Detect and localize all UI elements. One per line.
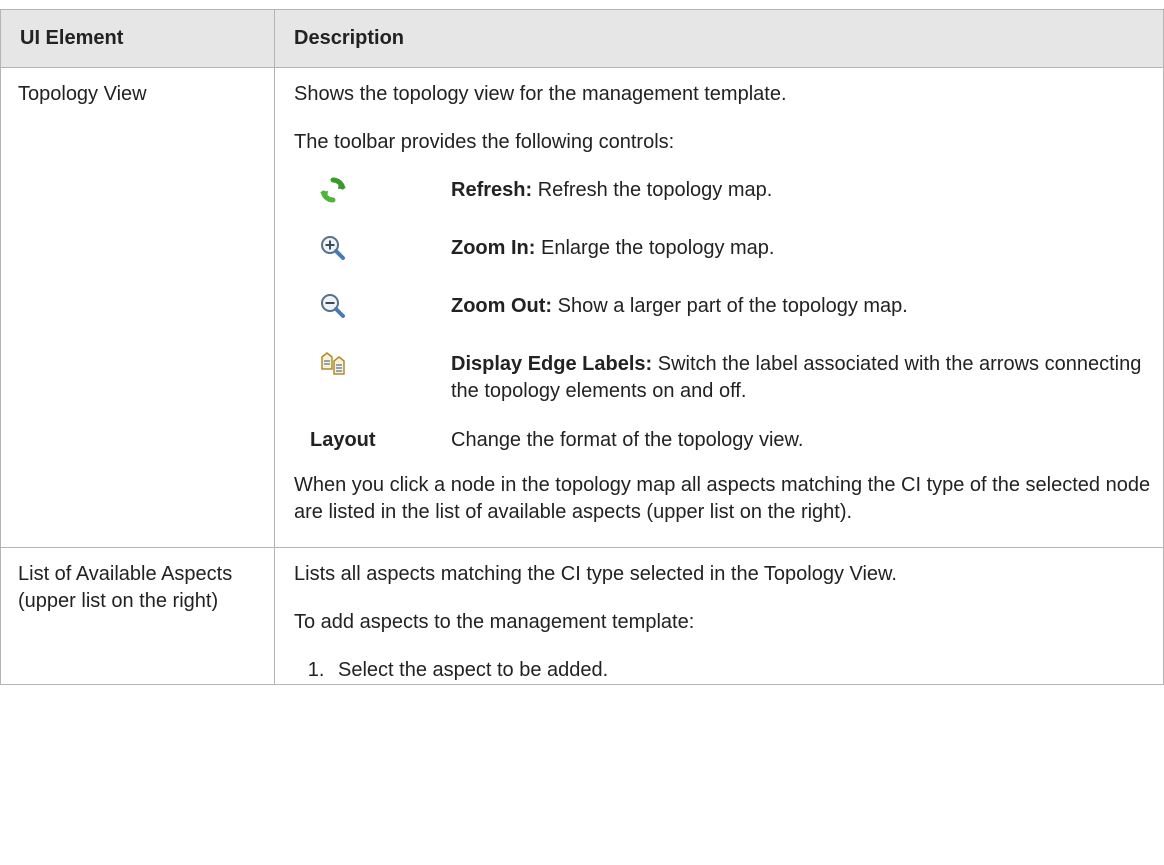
- refresh-icon: [294, 177, 451, 205]
- control-zoom-in: Zoom In: Enlarge the topology map.: [294, 235, 1151, 263]
- control-display-edge-labels: Display Edge Labels: Switch the label as…: [294, 351, 1151, 405]
- toolbar-controls-list: Refresh: Refresh the topology map. Zoom …: [294, 177, 1151, 454]
- description-cell: Lists all aspects matching the CI type s…: [274, 547, 1164, 685]
- layout-desc: Change the format of the topology view.: [451, 429, 804, 451]
- control-refresh: Refresh: Refresh the topology map.: [294, 177, 1151, 205]
- zoom-out-icon: [294, 293, 451, 321]
- layout-label: Layout: [310, 429, 376, 451]
- description-cell: Shows the topology view for the manageme…: [274, 67, 1164, 548]
- control-desc: Enlarge the topology map.: [541, 237, 775, 259]
- control-desc: Show a larger part of the topology map.: [557, 295, 908, 317]
- paragraph: When you click a node in the topology ma…: [294, 474, 1151, 523]
- display-edge-labels-icon: [294, 351, 451, 379]
- table-row: List of Available Aspects (upper list on…: [0, 547, 1164, 685]
- ui-element-cell: List of Available Aspects (upper list on…: [0, 547, 275, 685]
- control-name: Zoom Out:: [451, 295, 553, 317]
- steps-list: Select the aspect to be added.: [294, 657, 1151, 684]
- control-name: Zoom In:: [451, 237, 536, 259]
- table-header-row: UI Element Description: [0, 9, 1164, 68]
- control-name: Refresh:: [451, 179, 533, 201]
- ui-element-cell: Topology View: [0, 67, 275, 548]
- control-name: Display Edge Labels:: [451, 353, 653, 375]
- header-ui-element: UI Element: [0, 9, 275, 68]
- paragraph: To add aspects to the management templat…: [294, 611, 695, 633]
- control-zoom-out: Zoom Out: Show a larger part of the topo…: [294, 293, 1151, 321]
- paragraph: Shows the topology view for the manageme…: [294, 83, 787, 105]
- list-item: Select the aspect to be added.: [330, 657, 1151, 684]
- paragraph: The toolbar provides the following contr…: [294, 131, 675, 153]
- control-desc: Refresh the topology map.: [537, 179, 773, 201]
- zoom-in-icon: [294, 235, 451, 263]
- ui-element-table: UI Element Description Topology View Sho…: [0, 9, 1164, 685]
- header-description: Description: [274, 9, 1164, 68]
- control-layout: Layout Change the format of the topology…: [294, 427, 1151, 454]
- paragraph: Lists all aspects matching the CI type s…: [294, 563, 897, 585]
- table-row: Topology View Shows the topology view fo…: [0, 67, 1164, 548]
